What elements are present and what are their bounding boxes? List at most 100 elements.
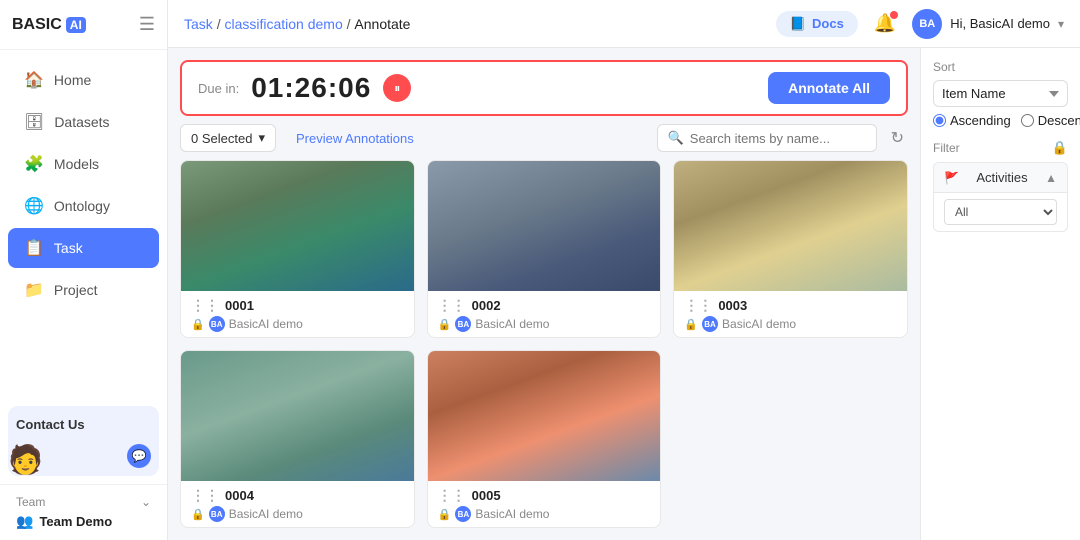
notification-icon[interactable]: 🔔 (874, 13, 896, 34)
item-id-icon: ⋮⋮ (438, 297, 466, 314)
item-card[interactable]: ⋮⋮ 0002 🔒 BA BasicAI demo (427, 160, 662, 338)
contact-label: Contact Us (16, 417, 85, 432)
item-user-avatar: BA (455, 506, 471, 522)
item-user-name: BasicAI demo (229, 507, 303, 521)
item-info: ⋮⋮ 0005 🔒 BA BasicAI demo (428, 481, 661, 528)
item-id-icon: ⋮⋮ (191, 297, 219, 314)
ascending-label: Ascending (950, 113, 1011, 128)
items-grid: ⋮⋮ 0001 🔒 BA BasicAI demo ⋮⋮ 0002 🔒 BA B… (168, 160, 920, 540)
item-card[interactable]: ⋮⋮ 0005 🔒 BA BasicAI demo (427, 350, 662, 528)
menu-icon[interactable]: ☰ (139, 14, 155, 35)
item-id-icon: ⋮⋮ (684, 297, 712, 314)
sort-section: Sort Item Name Date Created Date Modifie… (933, 60, 1068, 128)
item-user-name: BasicAI demo (229, 317, 303, 331)
breadcrumb-annotate: Annotate (354, 16, 410, 32)
sidebar-item-task[interactable]: 📋Task (8, 228, 159, 268)
filter-activities-label: Activities (976, 170, 1027, 185)
models-icon: 🧩 (24, 154, 44, 174)
item-info: ⋮⋮ 0002 🔒 BA BasicAI demo (428, 291, 661, 338)
sidebar-item-ontology[interactable]: 🌐Ontology (8, 186, 159, 226)
item-thumbnail (428, 161, 661, 291)
search-icon: 🔍 (668, 130, 684, 146)
sidebar-item-label-models: Models (54, 156, 99, 172)
sidebar-contact[interactable]: Contact Us 🧑 💬 (8, 406, 159, 476)
user-name: Hi, BasicAI demo (950, 16, 1050, 31)
sidebar-item-datasets[interactable]: 🗄 Datasets (8, 102, 159, 142)
user-avatar: BA (912, 9, 942, 39)
item-id: ⋮⋮ 0003 (684, 297, 897, 314)
logo: BASIC AI (12, 16, 86, 34)
contact-figure: 🧑 (8, 443, 43, 476)
item-user-avatar: BA (209, 316, 225, 332)
sort-order: Ascending Descending (933, 113, 1068, 128)
timer-bar: Due in: 01:26:06 ⏸ Annotate All (180, 60, 908, 116)
breadcrumb-classification[interactable]: classification demo (224, 16, 342, 32)
user-dropdown-icon: ▾ (1058, 17, 1064, 31)
item-user-avatar: BA (209, 506, 225, 522)
docs-button[interactable]: 📘 Docs (776, 11, 858, 37)
item-id: ⋮⋮ 0002 (438, 297, 651, 314)
item-thumbnail (181, 161, 414, 291)
selected-dropdown[interactable]: 0 Selected ▾ (180, 124, 276, 152)
preview-annotations-button[interactable]: Preview Annotations (286, 126, 424, 151)
filter-flag-icon: 🚩 (944, 171, 959, 185)
sort-ascending[interactable]: Ascending (933, 113, 1011, 128)
refresh-button[interactable]: ↻ (887, 124, 908, 152)
item-info: ⋮⋮ 0003 🔒 BA BasicAI demo (674, 291, 907, 338)
search-input[interactable] (690, 131, 866, 146)
lock-icon: 🔒 (191, 508, 205, 521)
docs-label: Docs (812, 16, 844, 31)
docs-icon: 📘 (790, 16, 806, 32)
sidebar-item-label-datasets: Datasets (54, 114, 109, 130)
item-info: ⋮⋮ 0004 🔒 BA BasicAI demo (181, 481, 414, 528)
selected-chevron: ▾ (258, 130, 265, 146)
item-id: ⋮⋮ 0004 (191, 487, 404, 504)
notification-dot (890, 11, 898, 19)
item-id: ⋮⋮ 0005 (438, 487, 651, 504)
team-name[interactable]: 👥 Team Demo (16, 513, 151, 530)
contact-bubble-icon: 💬 (127, 444, 151, 468)
filter-activities-header[interactable]: 🚩 Activities ▲ (934, 163, 1067, 192)
logo-ai-badge: AI (66, 17, 86, 33)
sidebar-item-home[interactable]: 🏠Home (8, 60, 159, 100)
sort-descending[interactable]: Descending (1021, 113, 1080, 128)
sidebar-nav: 🏠Home 🗄 Datasets 🧩 Models 🌐Ontology📋Task📁Proj… (0, 50, 167, 398)
datasets-icon: 🗄 (24, 112, 44, 132)
team-section-label: Team ⌄ (16, 495, 151, 509)
selected-count: 0 Selected (191, 131, 252, 146)
sidebar-item-models[interactable]: 🧩 Models (8, 144, 159, 184)
project-icon: 📁 (24, 280, 44, 300)
item-card[interactable]: ⋮⋮ 0003 🔒 BA BasicAI demo (673, 160, 908, 338)
filter-activities-select[interactable]: All Annotated Unannotated (944, 199, 1057, 225)
item-user-name: BasicAI demo (722, 317, 796, 331)
item-id-icon: ⋮⋮ (191, 487, 219, 504)
home-icon: 🏠 (24, 70, 44, 90)
sort-select[interactable]: Item Name Date Created Date Modified (933, 80, 1068, 107)
breadcrumb: Task / classification demo / Annotate (184, 16, 410, 32)
sidebar-item-project[interactable]: 📁Project (8, 270, 159, 310)
topbar: Task / classification demo / Annotate 📘 … (168, 0, 1080, 48)
lock-icon: 🔒 (438, 508, 452, 521)
item-user: 🔒 BA BasicAI demo (438, 506, 651, 522)
item-user-name: BasicAI demo (475, 507, 549, 521)
sort-label: Sort (933, 60, 1068, 74)
main: Task / classification demo / Annotate 📘 … (168, 0, 1080, 540)
filter-lock-icon: 🔒 (1052, 140, 1068, 156)
descending-label: Descending (1038, 113, 1080, 128)
user-info[interactable]: BA Hi, BasicAI demo ▾ (912, 9, 1064, 39)
annotate-all-button[interactable]: Annotate All (768, 72, 890, 104)
breadcrumb-task[interactable]: Task (184, 16, 213, 32)
pause-button[interactable]: ⏸ (383, 74, 411, 102)
item-card[interactable]: ⋮⋮ 0004 🔒 BA BasicAI demo (180, 350, 415, 528)
sidebar-item-label-task: Task (54, 240, 83, 256)
item-card[interactable]: ⋮⋮ 0001 🔒 BA BasicAI demo (180, 160, 415, 338)
filter-chevron-icon: ▲ (1045, 171, 1057, 185)
sidebar: BASIC AI ☰ 🏠Home 🗄 Datasets 🧩 Models 🌐Ontolog… (0, 0, 168, 540)
item-thumbnail (674, 161, 907, 291)
lock-icon: 🔒 (191, 318, 205, 331)
item-user-avatar: BA (455, 316, 471, 332)
sidebar-team: Team ⌄ 👥 Team Demo (0, 484, 167, 540)
item-info: ⋮⋮ 0001 🔒 BA BasicAI demo (181, 291, 414, 338)
due-label: Due in: (198, 81, 239, 96)
item-user: 🔒 BA BasicAI demo (684, 316, 897, 332)
